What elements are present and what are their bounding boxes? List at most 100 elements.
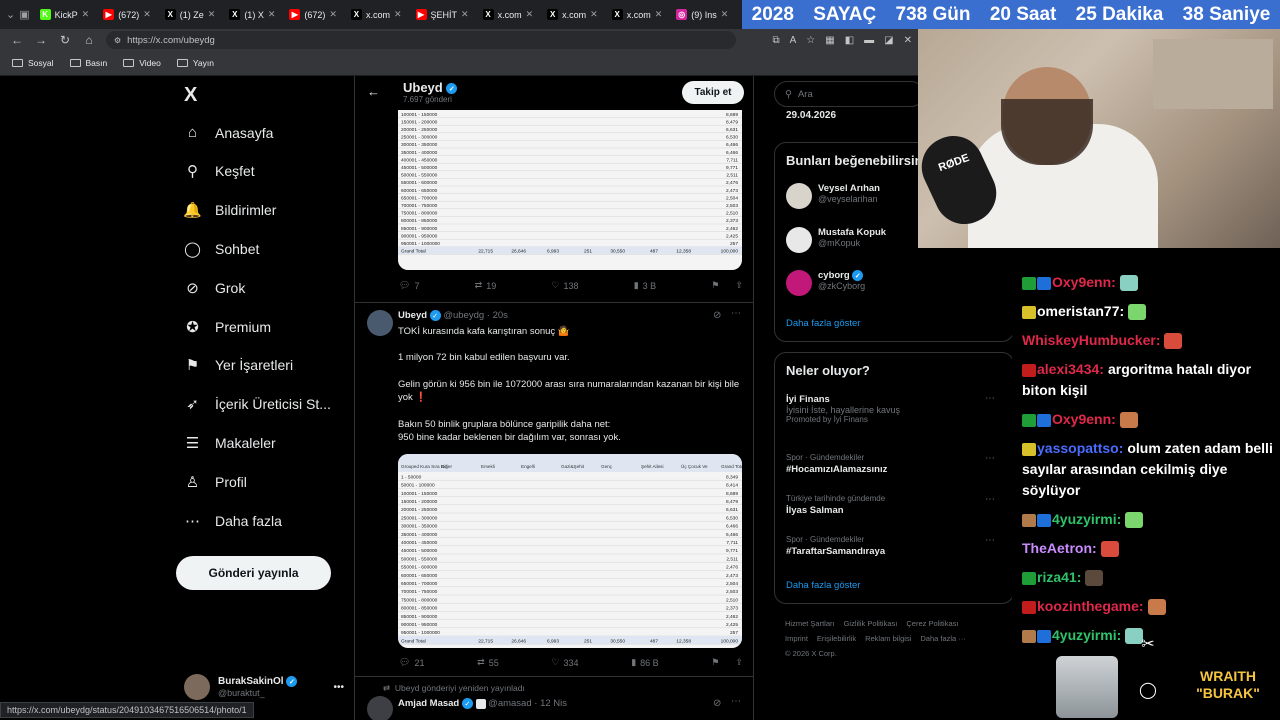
post-button[interactable]: Gönderi yayınla [176,556,331,590]
read-aloud-icon[interactable]: A [790,35,797,46]
bookmark-tweet-button[interactable]: ⚑ ⇪ [711,280,743,291]
nav-item[interactable]: ⚑ Yer İşaretleri [184,357,293,374]
extension-icon[interactable]: ▦ [825,35,834,46]
trend-more-icon[interactable]: ⋯ [985,494,995,505]
tab-close-icon[interactable]: ✕ [721,9,729,20]
views-button[interactable]: ▮ 86 B [631,657,658,668]
nav-item[interactable]: ⚲ Keşfet [184,163,255,180]
browser-tab[interactable]: ▶ ŞEHİT ✕ [410,4,475,26]
nav-item[interactable]: ⋯ Daha fazla [184,512,282,530]
trend-item[interactable]: Türkiye tarihinde gündemde İlyas Salman [786,494,885,516]
tweet-handle[interactable]: @amasad [488,698,531,709]
views-button[interactable]: ▮ 3 B [634,280,656,291]
share-icon[interactable]: ⇪ [735,280,743,291]
footer-link[interactable]: Hizmet Şartları [785,619,835,628]
browser-tab[interactable]: ▶ (672) ✕ [97,4,157,26]
browser-tab[interactable]: X (1) X ✕ [223,4,281,26]
browser-tab[interactable]: Xx.com✕ [541,4,604,26]
avatar[interactable] [367,310,393,336]
footer-link[interactable]: Reklam bilgisi [865,634,911,643]
follow-button[interactable]: Takip et [682,81,744,104]
tab-close-icon[interactable]: ✕ [590,9,598,20]
bookmark-folder[interactable]: Sosyal [12,58,54,68]
browser-tab[interactable]: ▶ (672) ✕ [283,4,343,26]
favorite-star-icon[interactable]: ☆ [806,35,815,46]
tab-close-icon[interactable]: ✕ [268,9,276,20]
tab-close-icon[interactable]: ✕ [82,9,90,20]
footer-link[interactable]: Çerez Politikası [906,619,958,628]
show-more-link[interactable]: Daha fazla göster [786,318,860,329]
footer-link[interactable]: Imprint [785,634,808,643]
nav-item[interactable]: ◯ Sohbet [184,240,259,258]
nav-item[interactable]: 🔔 Bildirimler [183,202,276,219]
extension-icon[interactable]: ◧ [845,35,854,46]
browser-tab[interactable]: Xx.com✕ [606,4,669,26]
nav-item[interactable]: ☰ Makaleler [184,434,276,452]
suggestion-item[interactable]: Mustafa Kopuk @mKopuk [786,227,886,253]
like-button[interactable]: ♡ 334 [551,657,578,668]
reply-button[interactable]: 💬︎ 21 [399,657,424,668]
promoted-trend[interactable]: İyi Finans İyisini İste, hayallerine kav… [786,394,900,424]
nav-item[interactable]: ✪ Premium [184,318,271,336]
tweet-author[interactable]: Amjad Masad [398,698,459,709]
home-button-icon[interactable]: ⌂ [82,33,96,47]
bookmark-tweet-button[interactable]: ⚑ ⇪ [711,657,743,668]
nav-item[interactable]: ♙ Profil [184,473,247,491]
tweet-author[interactable]: Ubeyd [398,310,427,321]
account-switcher[interactable]: BurakSakinOl ✓ @buraktut_ ••• [184,672,344,702]
nav-item[interactable]: ⊘ Grok [184,279,245,297]
trend-more-icon[interactable]: ⋯ [985,535,995,546]
grok-icon[interactable]: ⊘ [713,310,721,321]
tweet-handle[interactable]: @ubeydg [443,310,484,321]
browser-tab[interactable]: X (1) Ze ✕ [159,4,222,26]
tab-search-icon[interactable]: ⌄ [6,6,15,24]
tweet-time[interactable]: · 12 Nis [534,698,567,709]
tab-close-icon[interactable]: ✕ [655,9,663,20]
like-button[interactable]: ♡ 138 [551,280,578,291]
bookmark-folder[interactable]: Basın [69,58,107,68]
reply-button[interactable]: 💬︎ 7 [399,280,419,291]
repost-label[interactable]: Ubeyd gönderiyi yeniden yayınladı [395,683,525,693]
site-info-icon[interactable]: ⚙ [114,36,121,45]
tab-close-icon[interactable]: ✕ [143,9,151,20]
retweet-button[interactable]: ⇄ 19 [475,280,497,291]
tab-close-icon[interactable]: ✕ [329,9,337,20]
search-input[interactable]: ⚲ Ara [774,81,924,107]
tweet-more-icon[interactable]: ⋯ [731,696,741,707]
tab-close-icon[interactable]: ✕ [526,9,534,20]
tweet-more-icon[interactable]: ⋯ [731,308,741,319]
bookmark-folder[interactable]: Video [123,58,161,68]
trend-more-icon[interactable]: ⋯ [985,393,995,404]
browser-tab[interactable]: ◎ (9) Ins ✕ [670,4,734,26]
bookmark-folder[interactable]: Yayın [176,58,214,68]
tab-close-icon[interactable]: ✕ [394,9,402,20]
nav-item[interactable]: ➶ İçerik Üreticisi St... [184,396,331,413]
suggestion-item[interactable]: cyborg ✓ @zkCyborg [786,270,865,296]
x-logo-icon[interactable]: X [184,84,197,107]
trend-item[interactable]: Spor · Gündemdekiler #HocamızıAlamazsınız [786,453,887,475]
footer-link[interactable]: Erişilebilirlik [817,634,856,643]
back-arrow-icon[interactable]: ← [10,33,24,47]
extension-icon[interactable]: ◪ [884,35,893,46]
trend-item[interactable]: Spor · Gündemdekiler #TaraftarSamandıraya [786,535,885,557]
tweet-time[interactable]: · 20s [487,310,508,321]
nav-item[interactable]: ⌂ Anasayfa [184,124,273,141]
tab-close-icon[interactable]: ✕ [461,9,469,20]
tab-close-icon[interactable]: ✕ [208,9,216,20]
suggestion-item[interactable]: Veysel Arıhan @veyselarihan [786,183,880,209]
avatar[interactable] [367,696,393,720]
show-more-link[interactable]: Daha fazla göster [786,580,860,591]
footer-link[interactable]: Gizlilik Politikası [844,619,898,628]
tweet-image[interactable]: Grouped Kura Sıra No Diğer Emekli Engelli Ga… [398,454,742,648]
install-app-icon[interactable]: ⧉ [772,35,779,46]
share-icon[interactable]: ⇪ [735,657,743,668]
extension-icon[interactable]: ✕ [904,35,912,46]
account-more-icon[interactable]: ••• [333,682,344,693]
footer-link[interactable]: Daha fazla ··· [920,634,965,643]
back-arrow-icon[interactable]: ← [367,84,380,99]
workspace-icon[interactable]: ▣ [19,6,29,24]
tweet-image[interactable]: 100001 - 150000 8,689 150001 - 200000 8,479… [398,110,742,270]
trend-more-icon[interactable]: ⋯ [985,453,995,464]
address-bar[interactable]: ⚙ https://x.com/ubeydg [106,31,736,49]
grok-icon[interactable]: ⊘ [713,698,721,709]
